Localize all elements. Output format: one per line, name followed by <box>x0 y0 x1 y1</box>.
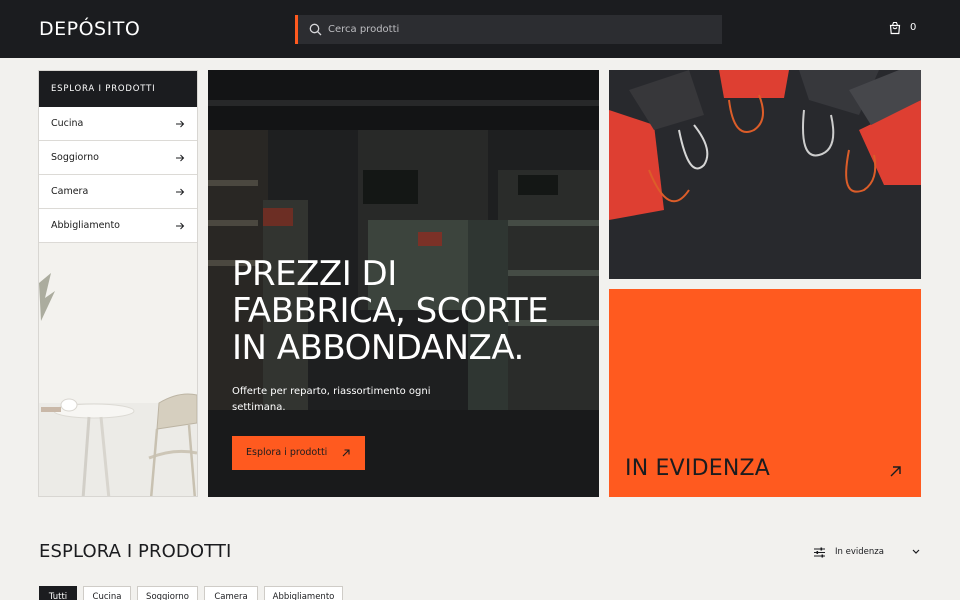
search-input[interactable] <box>328 15 708 44</box>
shopping-bag-icon <box>889 21 901 35</box>
category-item-label: Soggiorno <box>51 152 99 163</box>
category-item-label: Abbigliamento <box>51 220 120 231</box>
shopping-bags-photo <box>609 70 921 279</box>
explore-products-button[interactable]: Esplora i prodotti <box>232 436 365 470</box>
arrow-right-icon <box>176 222 185 230</box>
sort-selected-value: In evidenza <box>835 547 884 557</box>
category-panel-title: ESPLORA I PRODOTTI <box>39 71 197 107</box>
hero-headline-line: IN ABBONDANZA. <box>232 328 524 368</box>
hero-headline: PREZZI DI FABBRICA, SCORTE IN ABBONDANZA… <box>232 256 582 367</box>
tab-abbigliamento[interactable]: Abbigliamento <box>264 586 343 600</box>
hero-subtitle: Offerte per reparto, riassortimento ogni… <box>232 386 431 413</box>
category-item-cucina[interactable]: Cucina <box>39 107 197 141</box>
interior-photo <box>39 243 197 496</box>
chevron-down-icon <box>912 549 920 554</box>
arrow-up-right-icon <box>890 466 901 477</box>
sort-select[interactable]: In evidenza <box>814 545 922 561</box>
cart-count: 0 <box>910 22 917 33</box>
arrow-right-icon <box>176 120 185 128</box>
search-bar[interactable] <box>295 15 722 44</box>
tab-tutti[interactable]: Tutti <box>39 586 77 600</box>
hero-headline-line: FABBRICA, SCORTE <box>232 291 549 331</box>
category-item-label: Camera <box>51 186 89 197</box>
category-item-abbigliamento[interactable]: Abbigliamento <box>39 209 197 243</box>
cart-button[interactable]: 0 <box>888 21 922 37</box>
hero-banner: PREZZI DI FABBRICA, SCORTE IN ABBONDANZA… <box>208 70 599 497</box>
hero-headline-line: PREZZI DI <box>232 254 397 294</box>
arrow-right-icon <box>176 188 185 196</box>
tab-camera[interactable]: Camera <box>204 586 258 600</box>
store-logo[interactable]: DEPÓSITO <box>39 18 140 40</box>
arrow-up-right-icon <box>342 449 350 457</box>
arrow-right-icon <box>176 154 185 162</box>
category-panel: ESPLORA I PRODOTTI Cucina Soggiorno Came… <box>38 70 198 497</box>
category-item-soggiorno[interactable]: Soggiorno <box>39 141 197 175</box>
products-section-title: ESPLORA I PRODOTTI <box>39 541 232 562</box>
search-icon <box>309 23 322 36</box>
tab-cucina[interactable]: Cucina <box>83 586 131 600</box>
featured-card[interactable]: IN EVIDENZA <box>609 289 921 497</box>
featured-label: IN EVIDENZA <box>625 456 770 481</box>
category-item-label: Cucina <box>51 118 84 129</box>
explore-products-label: Esplora i prodotti <box>246 447 328 458</box>
category-item-camera[interactable]: Camera <box>39 175 197 209</box>
tab-soggiorno[interactable]: Soggiorno <box>137 586 198 600</box>
top-bar: DEPÓSITO 0 <box>0 0 960 58</box>
sliders-icon <box>814 547 825 558</box>
